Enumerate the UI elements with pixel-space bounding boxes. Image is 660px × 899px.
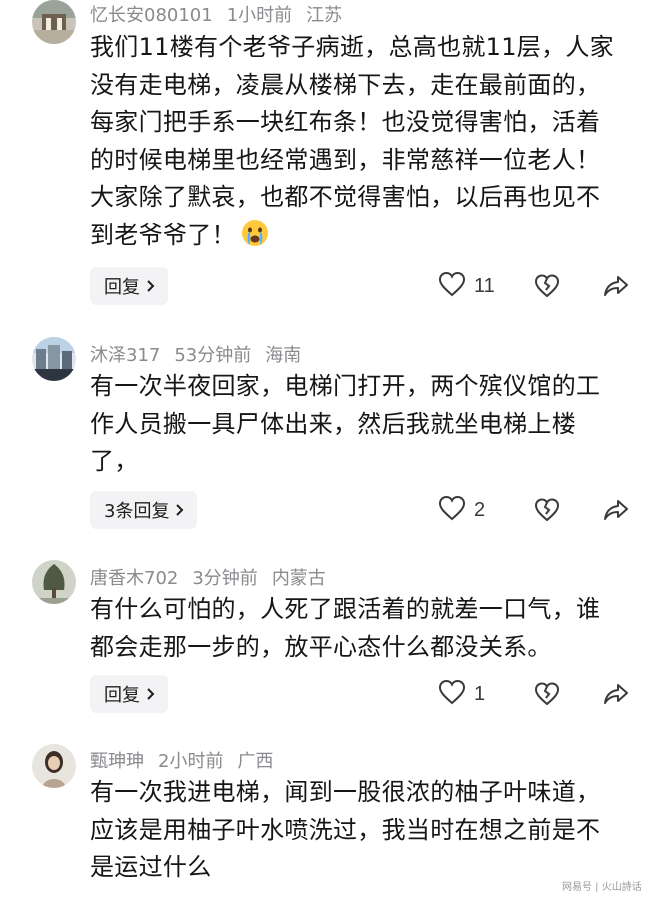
comment-actions: 2 [438,491,638,529]
like-count: 1 [474,682,486,705]
username[interactable]: 忆长安080101 [90,5,213,26]
comment-line: 大家除了默哀，也都不觉得害怕，以后再也见不 [90,183,601,211]
share-button[interactable] [603,497,629,523]
replies-button[interactable]: 3条回复 [90,491,198,529]
chevron-right-icon [175,503,185,517]
avatar[interactable] [32,0,76,44]
avatar[interactable] [32,560,76,604]
comment-line: 是运过什么 [90,853,212,881]
location: 内蒙古 [271,568,326,589]
like-button[interactable]: 2 [438,491,485,529]
share-button[interactable] [603,681,629,707]
chevron-right-icon [146,279,156,293]
comment-line: 的时候电梯里也经常遇到，非常慈祥一位老人！ [90,145,601,174]
broken-heart-icon [534,682,560,711]
comment-line: 到老爷爷了！ [90,220,236,249]
dislike-button[interactable] [534,273,560,299]
comment-line: 了， [90,447,139,475]
comment-line: 没有走电梯，凌晨从楼梯下去，走在最前面的， [90,70,601,99]
username[interactable]: 沐泽317 [90,345,160,366]
broken-heart-icon [534,274,560,303]
timestamp: 3分钟前 [192,568,258,589]
broken-heart-icon [534,498,560,527]
dislike-button[interactable] [534,497,560,523]
comment-line: 有一次半夜回家，电梯门打开，两个殡仪馆的工 [90,372,601,400]
username[interactable]: 唐香木702 [90,568,178,589]
share-icon [603,500,629,527]
comment-actions: 1 [438,675,638,713]
like-count: 2 [474,498,486,521]
like-button[interactable]: 1 [438,675,485,713]
comment-meta: 甄珅珅 2小时前 广西 [90,747,287,773]
crying-face-icon [240,218,270,248]
reply-label: 回复 [104,277,140,298]
location: 江苏 [306,5,343,26]
chevron-right-icon [146,687,156,701]
comment-body: 有一次半夜回家，电梯门打开，两个殡仪馆的工 作人员搬一具尸体出来，然后我就坐电梯… [90,368,630,481]
username[interactable]: 甄珅珅 [90,751,144,772]
comment-line: 有什么可怕的，人死了跟活着的就差一口气，谁 [90,595,601,623]
comment-body: 我们11楼有个老爷子病逝，总高也就11层，人家 没有走电梯，凌晨从楼梯下去，走在… [90,29,630,254]
reply-button[interactable]: 回复 [90,675,168,713]
comment-actions: 11 [438,267,638,305]
watermark: 网易号 | 火山詩话 [562,882,642,893]
comment-meta: 沐泽317 53分钟前 海南 [90,341,315,367]
avatar[interactable] [32,337,76,381]
comment-line: 有一次我进电梯，闻到一股很浓的柚子叶味道， [90,778,601,806]
avatar[interactable] [32,744,76,788]
comment-body: 有一次我进电梯，闻到一股很浓的柚子叶味道， 应该是用柚子叶水喷洗过，我当时在想之… [90,774,630,887]
heart-icon [438,495,466,525]
share-icon [603,276,629,303]
comment-line: 应该是用柚子叶水喷洗过，我当时在想之前是不 [90,815,601,844]
heart-icon [438,271,466,301]
dislike-button[interactable] [534,681,560,707]
comment-body: 有什么可怕的，人死了跟活着的就差一口气，谁 都会走那一步的，放平心态什么都没关系… [90,591,630,666]
comment-meta: 忆长安080101 1小时前 江苏 [90,1,356,27]
heart-icon [438,679,466,709]
timestamp: 1小时前 [226,5,293,26]
reply-label: 3条回复 [104,501,170,522]
comment-line: 每家门把手系一块红布条！也没觉得害怕，活着 [90,108,601,136]
share-icon [603,684,629,711]
comment-meta: 唐香木702 3分钟前 内蒙古 [90,564,340,590]
location: 海南 [265,345,302,366]
timestamp: 53分钟前 [174,345,252,366]
comment-line: 作人员搬一具尸体出来，然后我就坐电梯上楼 [90,409,576,438]
location: 广西 [237,751,274,772]
like-count: 11 [474,274,495,297]
reply-label: 回复 [104,685,140,706]
share-button[interactable] [603,273,629,299]
reply-button[interactable]: 回复 [90,267,168,305]
comment-line: 我们11楼有个老爷子病逝，总高也就11层，人家 [90,33,614,61]
comment-line: 都会走那一步的，放平心态什么都没关系。 [90,632,552,661]
timestamp: 2小时前 [158,751,224,772]
like-button[interactable]: 11 [438,267,495,305]
